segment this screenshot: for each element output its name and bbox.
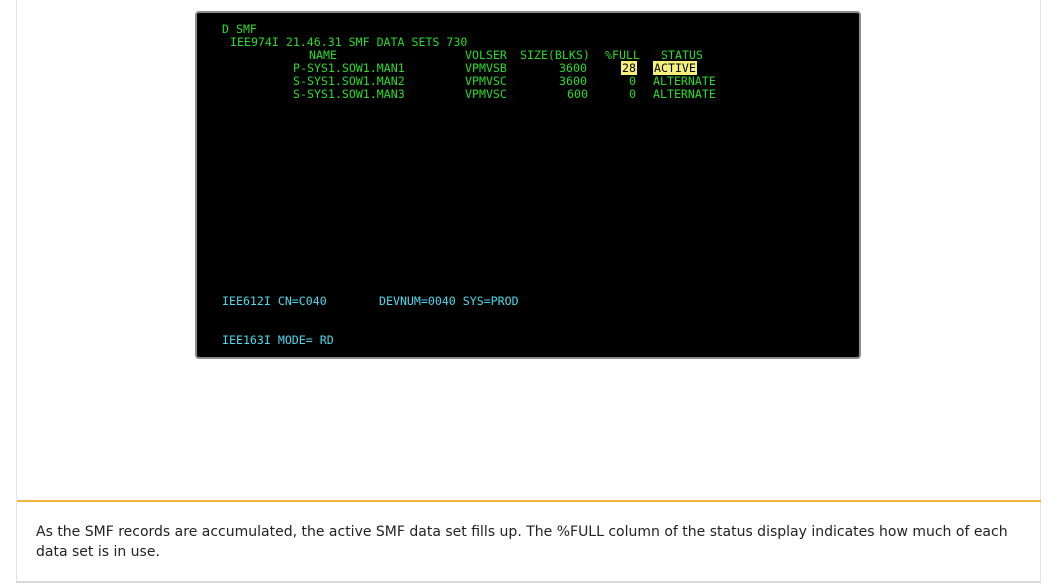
caption-text: As the SMF records are accumulated, the … — [36, 524, 1008, 560]
row-status: ALTERNATE — [653, 87, 716, 101]
active-status-value: ACTIVE — [653, 61, 697, 75]
terminal-screen: D SMF IEE974I 21.46.31 SMF DATA SETS 730… — [195, 11, 861, 359]
mode-message: IEE163I MODE= RD — [222, 333, 334, 347]
full-percent-value: 28 — [621, 61, 637, 75]
row-full: 0 — [629, 87, 636, 101]
header-line: IEE974I 21.46.31 SMF DATA SETS 730 — [230, 35, 468, 49]
console-message: IEE612I CN=C040 — [222, 294, 327, 308]
row-volser: VPMVSC — [465, 87, 507, 101]
device-info: DEVNUM=0040 SYS=PROD — [379, 294, 519, 308]
row-name: S-SYS1.SOW1.MAN3 — [293, 87, 405, 101]
section-divider — [17, 500, 1041, 502]
row-size: 600 — [567, 87, 588, 101]
